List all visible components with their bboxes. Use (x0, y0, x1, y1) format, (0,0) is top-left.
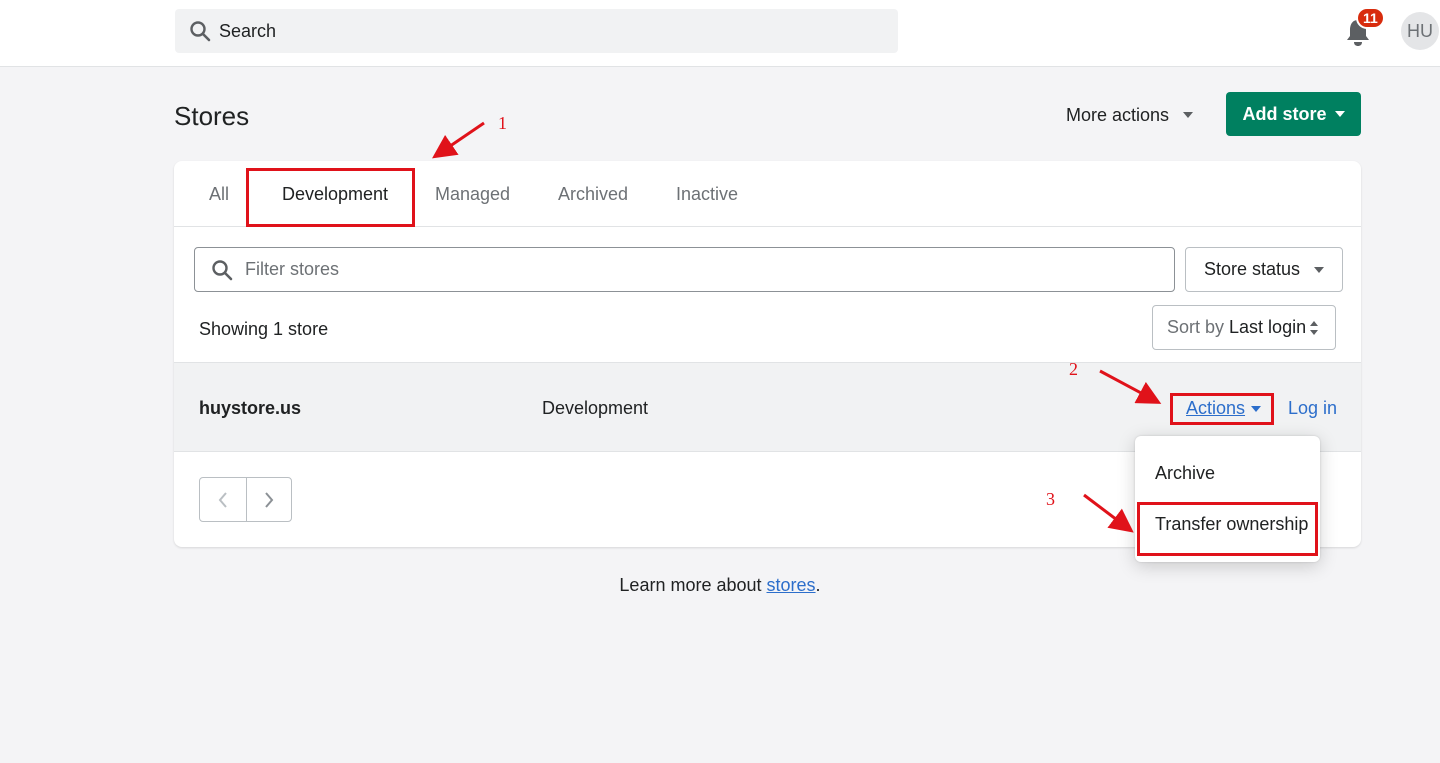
annotation-arrows (432, 121, 1162, 533)
annotation-arrow-1 (432, 121, 485, 159)
annotation-arrow-2 (1099, 369, 1162, 404)
annotation-arrow-3 (1083, 493, 1134, 533)
